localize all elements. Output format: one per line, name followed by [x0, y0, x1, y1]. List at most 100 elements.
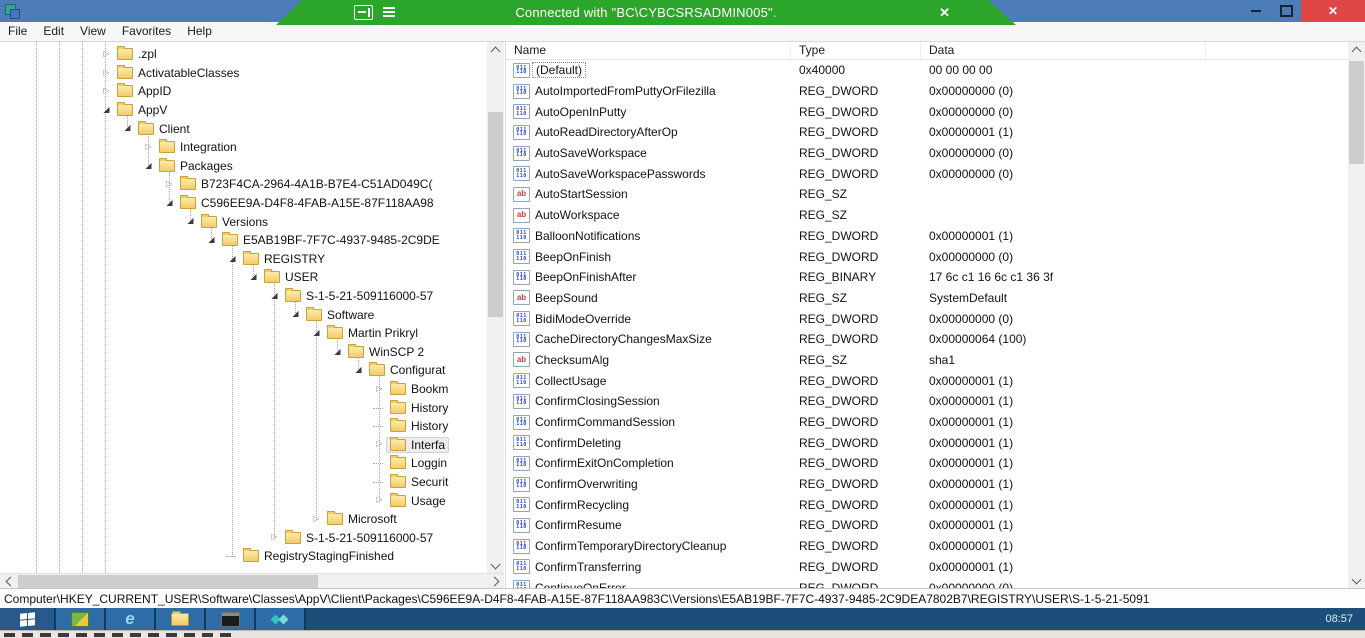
- taskbar-item-internet-explorer[interactable]: e: [106, 608, 156, 630]
- tree-item-box[interactable]: Loggin: [386, 455, 451, 471]
- close-button[interactable]: ✕: [1301, 0, 1365, 21]
- registry-value-row[interactable]: 011110ConfirmExitOnCompletionREG_DWORD0x…: [506, 453, 1349, 474]
- registry-value-row[interactable]: abBeepSoundREG_SZSystemDefault: [506, 288, 1349, 309]
- registry-value-row[interactable]: 011110BalloonNotificationsREG_DWORD0x000…: [506, 226, 1349, 247]
- collapse-icon[interactable]: ◢: [331, 343, 344, 362]
- tree-item[interactable]: ◢Configurat: [0, 361, 487, 380]
- tree-item[interactable]: ▷S-1-5-21-509116000-57: [0, 528, 487, 547]
- registry-value-row[interactable]: 011110(Default)0x4000000 00 00 00: [506, 60, 1349, 81]
- tree-item-box[interactable]: Securit: [386, 474, 452, 490]
- column-header-empty[interactable]: [1206, 42, 1349, 59]
- tree-item-box[interactable]: Integration: [155, 139, 241, 155]
- registry-value-row[interactable]: 011110ConfirmRecyclingREG_DWORD0x0000000…: [506, 494, 1349, 515]
- registry-value-row[interactable]: 011110ContinueOnErrorREG_DWORD0x00000000…: [506, 577, 1349, 588]
- scroll-up-icon[interactable]: [1348, 42, 1365, 57]
- tree-item-box[interactable]: History: [386, 418, 452, 434]
- menu-item-edit[interactable]: Edit: [35, 22, 72, 41]
- expand-icon[interactable]: ▷: [310, 510, 323, 529]
- minimize-button[interactable]: [1241, 0, 1271, 21]
- registry-value-row[interactable]: 011110CollectUsageREG_DWORD0x00000001 (1…: [506, 370, 1349, 391]
- tree-item-box[interactable]: B723F4CA-2964-4A1B-B7E4-C51AD049C(: [176, 176, 436, 192]
- taskbar-item-console[interactable]: [206, 608, 256, 630]
- collapse-icon[interactable]: ◢: [142, 157, 155, 176]
- column-header-name[interactable]: Name: [506, 42, 791, 59]
- registry-value-row[interactable]: 011110ConfirmResumeREG_DWORD0x00000001 (…: [506, 515, 1349, 536]
- list-vertical-scrollbar[interactable]: [1348, 42, 1365, 588]
- tree-item-box[interactable]: S-1-5-21-509116000-57: [281, 288, 437, 304]
- registry-value-row[interactable]: 011110ConfirmOverwritingREG_DWORD0x00000…: [506, 474, 1349, 495]
- registry-value-row[interactable]: abChecksumAlgREG_SZsha1: [506, 350, 1349, 371]
- tree-item[interactable]: ▷B723F4CA-2964-4A1B-B7E4-C51AD049C(: [0, 175, 487, 194]
- tree-item-box[interactable]: History: [386, 400, 452, 416]
- registry-value-row[interactable]: 011110AutoReadDirectoryAfterOpREG_DWORD0…: [506, 122, 1349, 143]
- registry-value-row[interactable]: 011110ConfirmClosingSessionREG_DWORD0x00…: [506, 391, 1349, 412]
- tree-item[interactable]: ◢USER: [0, 268, 487, 287]
- menu-item-help[interactable]: Help: [179, 22, 220, 41]
- collapse-icon[interactable]: ◢: [100, 101, 113, 120]
- collapse-icon[interactable]: ◢: [247, 268, 260, 287]
- tree-horizontal-scrollbar[interactable]: [0, 573, 504, 589]
- registry-value-row[interactable]: abAutoStartSessionREG_SZ: [506, 184, 1349, 205]
- tree-item[interactable]: ▷Bookm: [0, 380, 487, 399]
- registry-value-row[interactable]: 011110ConfirmTemporaryDirectoryCleanupRE…: [506, 536, 1349, 557]
- registry-value-row[interactable]: 011110CacheDirectoryChangesMaxSizeREG_DW…: [506, 329, 1349, 350]
- collapse-icon[interactable]: ◢: [268, 287, 281, 306]
- tree-item-box[interactable]: Bookm: [386, 381, 452, 397]
- registry-value-row[interactable]: 011110ConfirmDeletingREG_DWORD0x00000001…: [506, 432, 1349, 453]
- banner-close-button[interactable]: ✕: [939, 0, 950, 25]
- tree-item-box[interactable]: USER: [260, 269, 322, 285]
- tree-item-box[interactable]: REGISTRY: [239, 251, 329, 267]
- maximize-button[interactable]: [1271, 0, 1301, 21]
- tree-item[interactable]: ◢C596EE9A-D4F8-4FAB-A15E-87F118AA98: [0, 194, 487, 213]
- collapse-icon[interactable]: ◢: [310, 324, 323, 343]
- menu-item-view[interactable]: View: [72, 22, 114, 41]
- tree-item-box[interactable]: Client: [134, 121, 194, 137]
- tree-item[interactable]: ▷Usage: [0, 491, 487, 510]
- tree-item[interactable]: ◢WinSCP 2: [0, 343, 487, 362]
- tree-item[interactable]: ▷Microsoft: [0, 510, 487, 529]
- registry-value-row[interactable]: 011110AutoSaveWorkspaceREG_DWORD0x000000…: [506, 143, 1349, 164]
- registry-value-row[interactable]: 011110BeepOnFinishREG_DWORD0x00000000 (0…: [506, 246, 1349, 267]
- tree-item-box[interactable]: Microsoft: [323, 511, 401, 527]
- registry-value-row[interactable]: 011110AutoOpenInPuttyREG_DWORD0x00000000…: [506, 101, 1349, 122]
- tree-item-box[interactable]: C596EE9A-D4F8-4FAB-A15E-87F118AA98: [176, 195, 438, 211]
- expand-icon[interactable]: ▷: [142, 138, 155, 157]
- collapse-icon[interactable]: ◢: [226, 250, 239, 269]
- tree-item-box[interactable]: Software: [302, 307, 378, 323]
- tree-item[interactable]: ▷.zpl: [0, 45, 487, 64]
- registry-value-row[interactable]: 011110BidiModeOverrideREG_DWORD0x0000000…: [506, 308, 1349, 329]
- column-header-type[interactable]: Type: [791, 42, 921, 59]
- expand-icon[interactable]: ▷: [163, 175, 176, 194]
- registry-value-row[interactable]: abAutoWorkspaceREG_SZ: [506, 205, 1349, 226]
- registry-value-row[interactable]: 011110ConfirmTransferringREG_DWORD0x0000…: [506, 557, 1349, 578]
- registry-value-row[interactable]: 011110BeepOnFinishAfterREG_BINARY17 6c c…: [506, 267, 1349, 288]
- tree-item[interactable]: ◢Client: [0, 119, 487, 138]
- collapse-icon[interactable]: ◢: [163, 194, 176, 213]
- tree-item-box[interactable]: Packages: [155, 158, 237, 174]
- tree-item[interactable]: ▷Interfa: [0, 435, 487, 454]
- tree-item[interactable]: ▷AppID: [0, 82, 487, 101]
- tree-item[interactable]: Securit: [0, 473, 487, 492]
- tree-vscroll-thumb[interactable]: [488, 112, 503, 317]
- tree-vertical-scrollbar[interactable]: [487, 42, 504, 573]
- tree-item-box[interactable]: Versions: [197, 214, 272, 230]
- expand-icon[interactable]: ▷: [373, 380, 386, 399]
- list-vscroll-thumb[interactable]: [1349, 61, 1364, 164]
- tree-item-box[interactable]: AppV: [113, 102, 171, 118]
- tree-item-box[interactable]: E5AB19BF-7F7C-4937-9485-2C9DE: [218, 232, 444, 248]
- tree-item[interactable]: ◢AppV: [0, 101, 487, 120]
- expand-icon[interactable]: ▷: [100, 82, 113, 101]
- taskbar-clock[interactable]: 08:57: [1325, 608, 1353, 630]
- expand-icon[interactable]: ▷: [373, 491, 386, 510]
- menu-item-file[interactable]: File: [0, 22, 35, 41]
- expand-icon[interactable]: ▷: [100, 45, 113, 64]
- column-header-data[interactable]: Data: [921, 42, 1206, 59]
- tree-hscroll-thumb[interactable]: [18, 575, 318, 588]
- tree-item[interactable]: ◢S-1-5-21-509116000-57: [0, 287, 487, 306]
- taskbar-item-file-explorer[interactable]: [156, 608, 206, 630]
- tree-item[interactable]: ◢Software: [0, 305, 487, 324]
- registry-value-row[interactable]: 011110ConfirmCommandSessionREG_DWORD0x00…: [506, 412, 1349, 433]
- tree-item-box[interactable]: RegistryStagingFinished: [239, 548, 398, 564]
- tree-item-box[interactable]: WinSCP 2: [344, 344, 428, 360]
- tree-item[interactable]: ◢Martin Prikryl: [0, 324, 487, 343]
